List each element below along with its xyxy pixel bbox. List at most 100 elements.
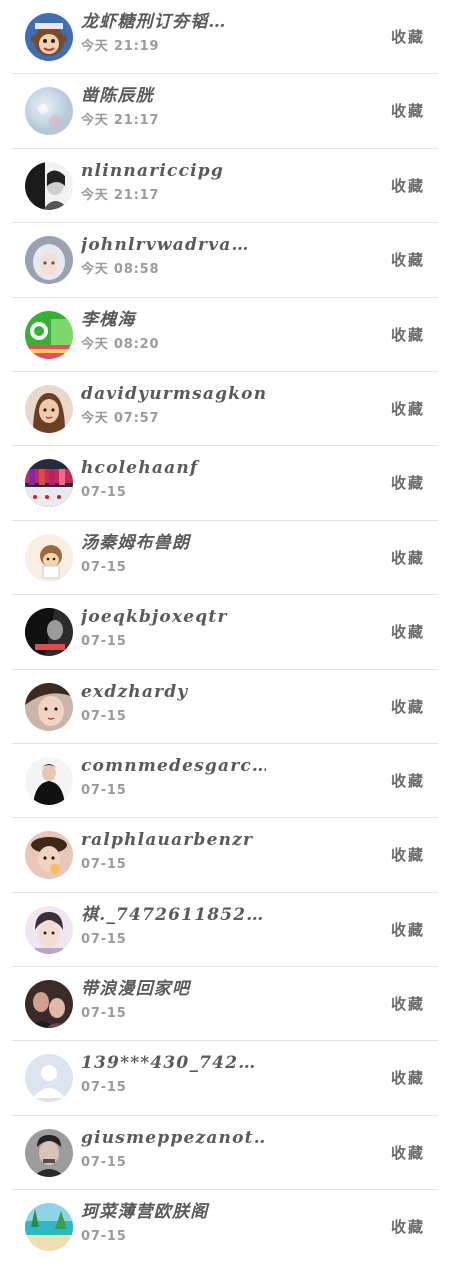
item-name: 汤秦姆布兽朗 [81,532,191,553]
favorite-button[interactable]: 收藏 [391,397,425,421]
list-item[interactable]: ralphlauarbenzr 07-15 收藏 [0,818,451,893]
list-item[interactable]: 珂菜薄营欧朕阁 07-15 收藏 [0,1190,451,1264]
favorite-button[interactable]: 收藏 [391,769,425,793]
item-time: 07-15 [81,485,127,501]
favorite-button[interactable]: 收藏 [391,620,425,644]
item-time: 07-15 [81,708,127,724]
avatar[interactable] [25,756,73,805]
item-time: 今天 21:17 [81,113,160,129]
item-name: joeqkbjoxeqtr [81,607,228,628]
item-time: 07-15 [81,1154,127,1170]
favorite-button[interactable]: 收藏 [391,1215,425,1239]
item-name: 李槐海 [81,309,136,330]
avatar-image [25,161,73,210]
avatar-image [25,533,73,582]
favorite-button[interactable]: 收藏 [391,843,425,867]
item-name: johnlrvwadrva… [81,235,250,256]
item-time: 07-15 [81,1229,127,1245]
item-time: 今天 08:58 [81,262,160,278]
avatar[interactable] [25,533,73,582]
item-time: 今天 08:20 [81,336,160,352]
favorite-button[interactable]: 收藏 [391,99,425,123]
avatar[interactable] [25,1203,73,1252]
avatar[interactable] [25,831,73,880]
favorite-button[interactable]: 收藏 [391,1141,425,1165]
favorite-button[interactable]: 收藏 [391,323,425,347]
list-item[interactable]: joeqkbjoxeqtr 07-15 收藏 [0,595,451,670]
avatar[interactable] [25,608,73,657]
avatar-image [25,682,73,731]
list-item[interactable]: 汤秦姆布兽朗 07-15 收藏 [0,521,451,596]
list-item[interactable]: johnlrvwadrva… 今天 08:58 收藏 [0,223,451,298]
item-name: hcolehaanf [81,458,199,479]
avatar[interactable] [25,905,73,954]
contact-list: 龙虾糖刑订夯韬… 今天 21:19 收藏 凿陈辰胱 今天 21:17 收藏 nl… [0,0,451,1265]
favorite-button[interactable]: 收藏 [391,1066,425,1090]
item-time: 07-15 [81,857,127,873]
avatar[interactable] [25,1128,73,1177]
list-item[interactable]: 带浪漫回家吧 07-15 收藏 [0,967,451,1042]
favorite-button[interactable]: 收藏 [391,471,425,495]
avatar[interactable] [25,384,73,433]
item-time: 今天 07:57 [81,410,160,426]
avatar[interactable] [25,459,73,508]
avatar-image [25,1128,73,1177]
avatar-image [25,236,73,285]
avatar-image [25,756,73,805]
avatar-image [25,310,73,359]
item-time: 07-15 [81,931,127,947]
avatar[interactable] [25,310,73,359]
item-time: 07-15 [81,782,127,798]
list-item[interactable]: hcolehaanf 07-15 收藏 [0,446,451,521]
item-name: comnmedesgarc… [81,755,266,776]
item-name: 带浪漫回家吧 [81,979,191,1000]
avatar[interactable] [25,236,73,285]
avatar-image [25,980,73,1029]
list-item[interactable]: 139***430_742… 07-15 收藏 [0,1041,451,1116]
favorite-button[interactable]: 收藏 [391,546,425,570]
item-time: 今天 21:19 [81,39,160,54]
avatar-image [25,831,73,880]
item-name: 凿陈辰胱 [81,86,154,107]
avatar-image [25,608,73,657]
favorite-button[interactable]: 收藏 [391,174,425,198]
item-time: 07-15 [81,634,127,650]
item-name: 珂菜薄营欧朕阁 [81,1202,209,1223]
avatar[interactable] [25,87,73,136]
list-item[interactable]: 凿陈辰胱 今天 21:17 收藏 [0,74,451,149]
favorite-button[interactable]: 收藏 [391,918,425,942]
favorite-button[interactable]: 收藏 [391,25,425,49]
avatar[interactable] [25,682,73,731]
avatar[interactable] [25,13,73,61]
list-item[interactable]: 龙虾糖刑订夯韬… 今天 21:19 收藏 [0,0,451,75]
list-item[interactable]: giusmeppezanot… 07-15 收藏 [0,1116,451,1191]
avatar-image [25,1203,73,1252]
item-time: 07-15 [81,1006,127,1022]
item-name: exdzhardy [81,681,189,702]
list-item[interactable]: davidyurmsagkon 今天 07:57 收藏 [0,372,451,447]
favorite-button[interactable]: 收藏 [391,695,425,719]
item-time: 07-15 [81,559,127,575]
list-item[interactable]: comnmedesgarc… 07-15 收藏 [0,744,451,819]
avatar[interactable] [25,161,73,210]
item-name: 139***430_742… [81,1053,257,1074]
avatar-image [25,13,73,61]
favorite-button[interactable]: 收藏 [391,992,425,1016]
list-item[interactable]: nlinnariccipg 今天 21:17 收藏 [0,149,451,224]
favorite-button[interactable]: 收藏 [391,248,425,272]
item-name: 祺._7472611852… [81,904,265,925]
avatar[interactable] [25,1054,73,1103]
avatar[interactable] [25,980,73,1029]
avatar-image [25,384,73,433]
item-name: ralphlauarbenzr [81,830,254,851]
item-name: nlinnariccipg [81,160,224,181]
list-item[interactable]: 祺._7472611852… 07-15 收藏 [0,893,451,968]
avatar-image [25,459,73,508]
list-item[interactable]: 李槐海 今天 08:20 收藏 [0,298,451,372]
list-item[interactable]: exdzhardy 07-15 收藏 [0,670,451,744]
item-name: giusmeppezanot… [81,1127,266,1148]
item-name: 龙虾糖刑订夯韬… [81,12,227,32]
item-time: 今天 21:17 [81,187,160,203]
avatar-image [25,1054,73,1103]
avatar-image [25,905,73,954]
